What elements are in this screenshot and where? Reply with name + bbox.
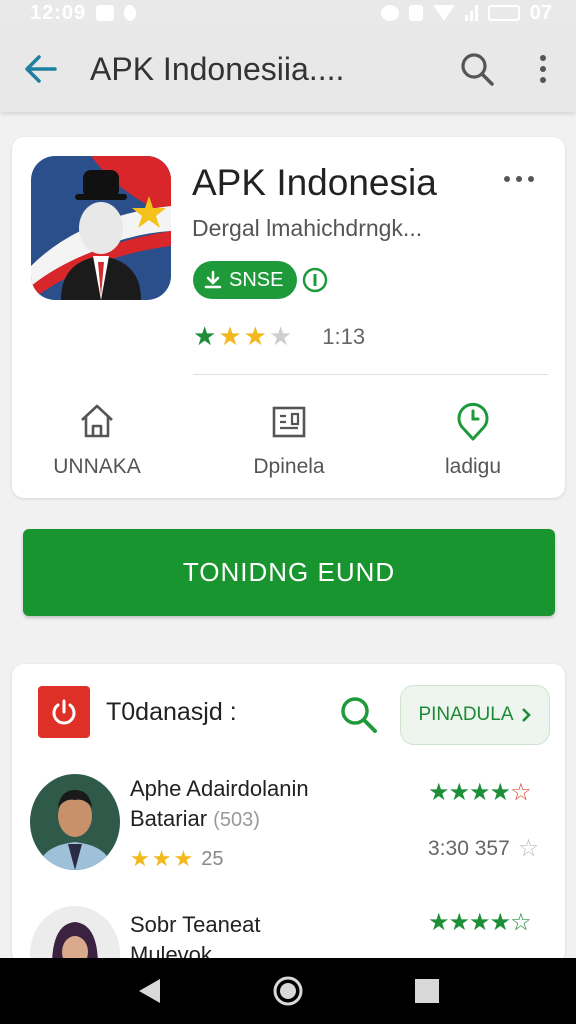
alarm-icon — [380, 5, 399, 21]
wifi-icon — [432, 5, 455, 21]
quick-action-2[interactable]: Dpinela — [204, 399, 374, 479]
dot-icon — [528, 176, 534, 182]
back-button[interactable] — [0, 26, 80, 112]
avatar-image — [30, 906, 120, 964]
circle-home-icon — [273, 976, 303, 1006]
star-icon: ★ — [130, 846, 150, 871]
chevron-right-icon — [521, 708, 531, 722]
reviewer-name: Sobr Teaneat — [130, 912, 261, 937]
star-icon: ★ — [151, 846, 172, 871]
avatar — [30, 906, 120, 964]
search-icon[interactable] — [338, 694, 378, 734]
dot-icon — [504, 176, 510, 182]
filter-label: PINADULA — [418, 704, 514, 725]
quick-action-1[interactable]: UNNAKA — [12, 399, 182, 479]
app-rating: ★ ★ ★ ★ 1:13 — [193, 321, 365, 352]
star-icon: ★ — [489, 909, 511, 936]
quick-action-label: ladigu — [444, 455, 502, 478]
app-subtitle: Dergal lmahichdrngk... — [192, 215, 423, 241]
search-button[interactable] — [444, 26, 510, 112]
star-icon: ★ — [173, 846, 194, 871]
overflow-menu-button[interactable] — [510, 26, 576, 112]
divider — [193, 374, 548, 375]
reviews-filter-button[interactable]: PINADULA — [400, 685, 550, 745]
reviews-card: T0danasjd : PINADULA Aphe Adairdolanin B… — [12, 664, 565, 964]
star-half-icon: ☆ — [510, 779, 531, 806]
review-count: 25 — [201, 847, 224, 870]
star-icon: ★ — [243, 321, 267, 351]
notification-icon — [96, 5, 115, 21]
page-title: APK Indonesiia.... — [90, 50, 345, 87]
reviewer-name-line2-text: Batariar — [130, 806, 208, 831]
app-more-button[interactable] — [504, 167, 544, 191]
bluetooth-icon — [408, 5, 423, 21]
review-rating-right: ★★★★☆ — [428, 778, 532, 807]
reviewer-name-line2: Batariar (503) — [130, 804, 260, 835]
document-icon — [272, 406, 306, 438]
star-outline-icon[interactable]: ☆ — [518, 834, 540, 863]
star-icon: ★ — [469, 779, 490, 806]
power-glyph-icon — [52, 699, 76, 725]
star-icon: ★ — [469, 909, 490, 936]
app-badge[interactable]: SNSE — [193, 261, 298, 299]
nav-recents-button[interactable] — [407, 971, 447, 1011]
quick-action-label: UNNAKA — [53, 455, 141, 478]
star-icon: ★ — [193, 321, 217, 351]
avatar-image — [30, 774, 120, 870]
app-bar: APK Indonesiia.... — [0, 26, 576, 112]
power-icon — [38, 686, 90, 738]
badge-label: SNSE — [229, 268, 284, 291]
star-empty-icon: ★ — [268, 321, 293, 351]
review-rating-right: ★★★★☆ — [428, 908, 532, 937]
search-icon — [461, 53, 494, 86]
app-info-card: APK Indonesia Dergal lmahichdrngk... SNS… — [12, 137, 565, 498]
info-icon[interactable] — [302, 267, 328, 293]
star-icon: ★ — [428, 909, 449, 936]
reviewer-meta: (503) — [213, 809, 260, 831]
rating-count: 1:13 — [322, 323, 366, 349]
reviewer-name: Aphe Adairdolanin — [130, 776, 309, 801]
battery-icon — [487, 5, 520, 21]
review-date: 3:30 357 — [428, 836, 510, 860]
quick-action-label: Dpinela — [253, 455, 325, 478]
square-recents-icon — [414, 979, 439, 1003]
reviews-title: T0danasjd : — [106, 698, 237, 726]
nav-back-button[interactable] — [129, 971, 169, 1011]
system-nav-bar — [0, 958, 576, 1024]
star-half-icon: ☆ — [510, 909, 531, 936]
app-logo-image — [31, 156, 171, 300]
star-icon: ★ — [428, 779, 449, 806]
star-icon: ★ — [448, 779, 470, 806]
star-icon: ★ — [218, 321, 242, 351]
app-name: APK Indonesia — [192, 162, 437, 203]
map-pin-icon — [457, 402, 489, 441]
battery-level: 07 — [529, 1, 552, 24]
review-item[interactable]: Aphe Adairdolanin Batariar (503) ★ ★ ★ 2… — [12, 772, 565, 882]
avatar — [30, 774, 120, 870]
quick-action-3[interactable]: ladigu — [388, 399, 558, 479]
more-vert-icon — [540, 55, 546, 83]
status-bar: 12:09 07 — [0, 0, 576, 26]
download-icon — [204, 270, 222, 289]
review-meta: 3:30 357 ☆ — [428, 834, 539, 863]
star-icon: ★ — [489, 779, 511, 806]
status-time: 12:09 — [30, 1, 87, 24]
nav-home-button[interactable] — [268, 971, 308, 1011]
triangle-back-icon — [139, 979, 161, 1003]
install-button[interactable]: TONIDNG EUND — [23, 529, 555, 616]
star-icon: ★ — [448, 909, 470, 936]
app-logo — [31, 156, 171, 300]
arrow-left-icon — [25, 55, 57, 83]
home-icon — [81, 404, 113, 438]
dot-icon — [516, 176, 522, 182]
location-icon — [124, 5, 137, 21]
signal-icon — [464, 5, 478, 21]
review-item[interactable]: Sobr Teaneat Mulevok ★★★★☆ — [12, 902, 565, 964]
review-stars: ★ ★ ★ 25 — [130, 846, 223, 872]
